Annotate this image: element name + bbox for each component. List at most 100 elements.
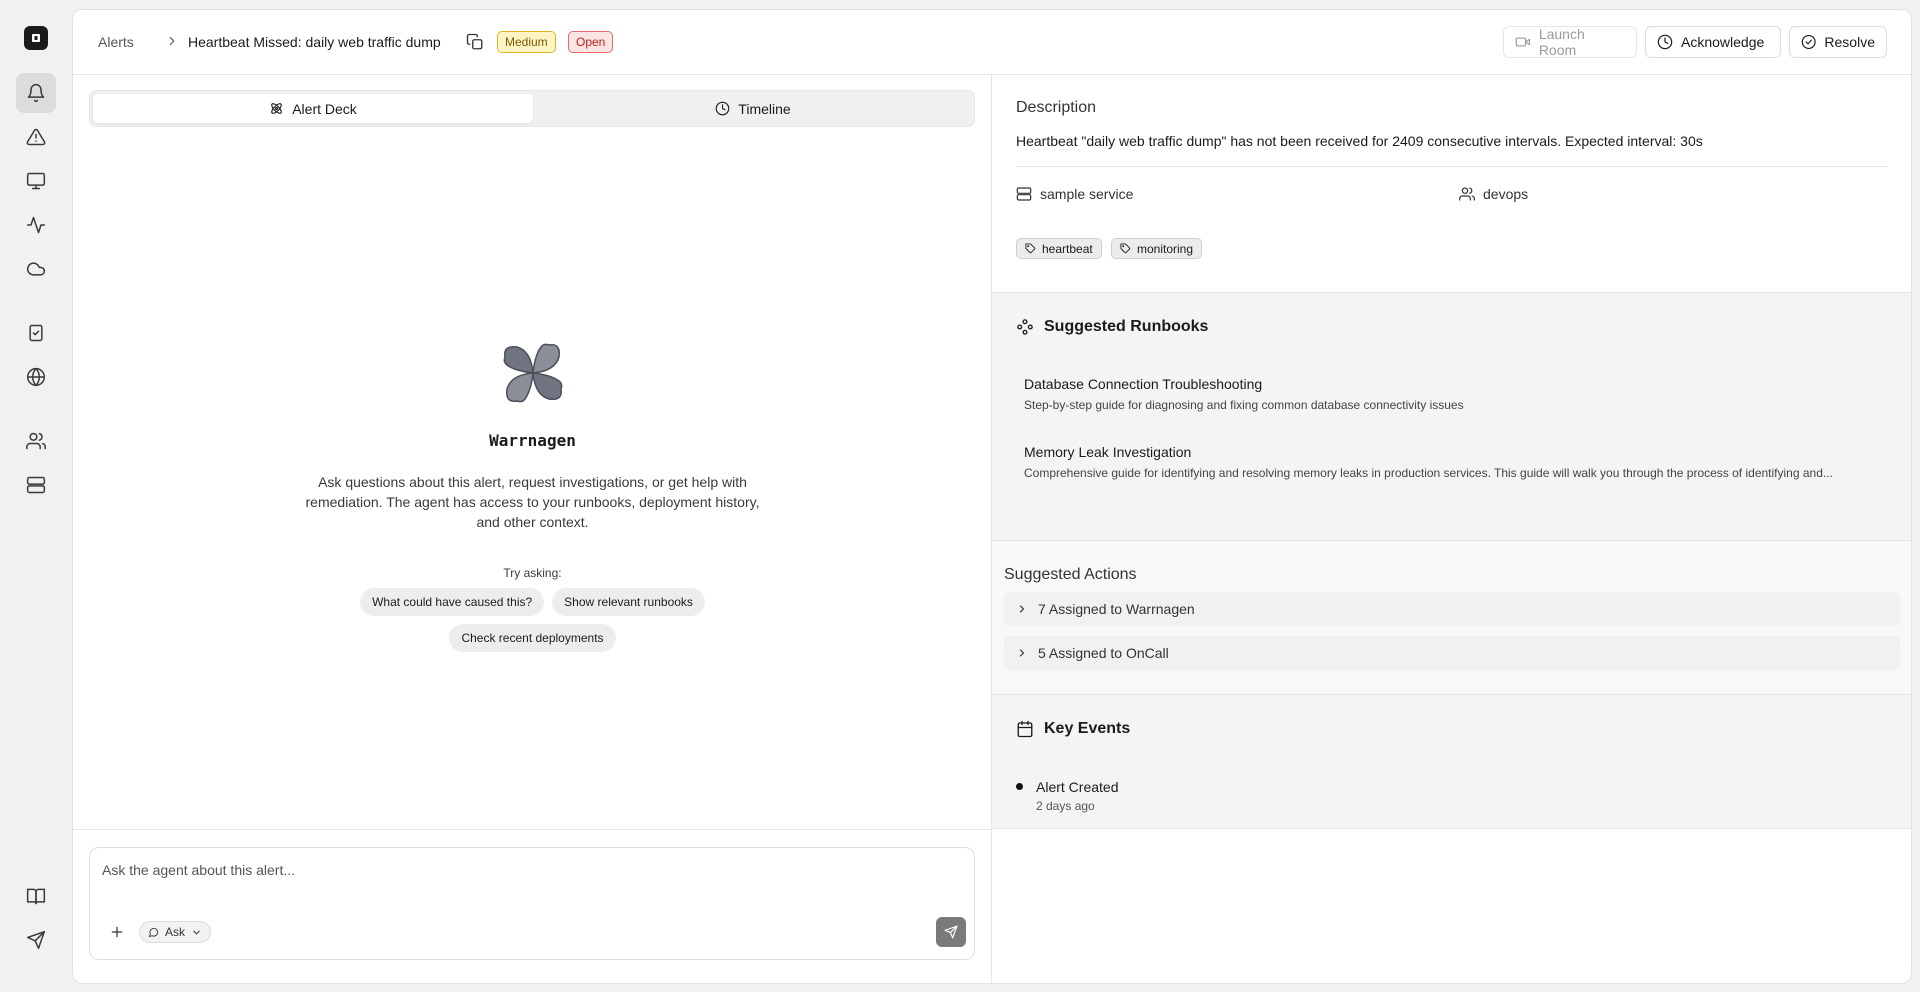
suggestion-chips: What could have caused this? Show releva… (323, 588, 743, 652)
sidebar-item-teams[interactable] (16, 421, 56, 461)
severity-badge: Medium (497, 31, 556, 53)
chat-composer: Ask (73, 829, 992, 983)
action-group-warrnagen[interactable]: 7 Assigned to Warrnagen (1004, 592, 1900, 626)
sidebar-item-docs[interactable] (16, 876, 56, 916)
tab-timeline-label: Timeline (738, 100, 791, 117)
suggestion-chip[interactable]: What could have caused this? (360, 588, 545, 616)
tab-timeline[interactable]: Timeline (533, 94, 973, 123)
tag-icon (1025, 243, 1036, 254)
users-icon (1459, 187, 1475, 201)
send-icon (26, 930, 46, 950)
suggestion-chip[interactable]: Show relevant runbooks (552, 588, 705, 616)
sidebar-item-activity[interactable] (16, 205, 56, 245)
book-icon (26, 888, 46, 905)
clock-icon (715, 101, 730, 116)
mode-label: Ask (165, 925, 186, 939)
chat-input[interactable] (102, 858, 902, 882)
monitor-icon (26, 172, 46, 190)
launch-room-label: Launch Room (1538, 26, 1585, 58)
acknowledge-label: Acknowledge (1681, 34, 1765, 50)
agent-panel: Alert Deck Timeline Warrnagen Ask questi… (73, 75, 992, 983)
suggestion-chip[interactable]: Check recent deployments (449, 624, 616, 652)
sidebar-item-global[interactable] (16, 357, 56, 397)
action-group-label: 7 Assigned to Warrnagen (1038, 601, 1195, 617)
runbook-item[interactable]: Database Connection Troubleshooting Step… (1024, 376, 1884, 412)
key-events-title: Key Events (1044, 720, 1131, 737)
sidebar-item-cloud[interactable] (16, 249, 56, 289)
suggested-runbooks-section: Suggested Runbooks Database Connection T… (992, 293, 1911, 541)
tag-icon (1120, 243, 1131, 254)
message-circle-icon (148, 927, 159, 937)
event-title: Alert Created (1036, 779, 1119, 795)
atom-icon (271, 103, 283, 114)
suggested-actions-title: Suggested Actions (1004, 566, 1137, 583)
page-title: Heartbeat Missed: daily web traffic dump (188, 34, 441, 50)
service-name: sample service (1040, 186, 1134, 202)
users-icon (26, 432, 46, 450)
sidebar-item-incidents[interactable] (16, 117, 56, 157)
team-name: devops (1483, 186, 1529, 202)
action-group-label: 5 Assigned to OnCall (1038, 645, 1169, 661)
chevron-right-icon (1019, 649, 1025, 657)
tag-monitoring[interactable]: monitoring (1111, 238, 1203, 259)
bell-icon (27, 83, 45, 103)
runbook-title: Memory Leak Investigation (1024, 444, 1192, 460)
runbooks-heading: Suggested Runbooks (1016, 318, 1208, 336)
launch-room-button[interactable]: Launch Room (1503, 26, 1637, 58)
agent-name: Warrnagen (489, 431, 576, 450)
try-asking-label: Try asking: (503, 566, 562, 580)
resolve-button[interactable]: Resolve (1789, 26, 1887, 58)
tab-alert-deck[interactable]: Alert Deck (93, 94, 533, 123)
runbook-description: Comprehensive guide for identifying and … (1024, 466, 1833, 480)
divider (1016, 166, 1888, 167)
panel-tabs: Alert Deck Timeline (89, 90, 975, 127)
runbook-title: Database Connection Troubleshooting (1024, 376, 1263, 392)
tag-label: monitoring (1137, 241, 1194, 256)
agent-description: Ask questions about this alert, request … (305, 474, 760, 530)
sidebar-item-monitors[interactable] (16, 161, 56, 201)
clock-icon (1657, 34, 1673, 50)
alert-triangle-icon (26, 128, 46, 146)
runbooks-title: Suggested Runbooks (1044, 318, 1209, 335)
tag-heartbeat[interactable]: heartbeat (1016, 238, 1102, 259)
key-events-section: Key Events Alert Created 2 days ago (992, 695, 1911, 829)
event-time: 2 days ago (1036, 799, 1095, 813)
server-icon (26, 476, 46, 494)
sidebar-item-checklists[interactable] (16, 313, 56, 353)
cloud-icon (26, 262, 46, 276)
service-meta[interactable]: sample service (1016, 186, 1133, 202)
tag-label: heartbeat (1042, 241, 1093, 256)
chat-input-box: Ask (89, 847, 975, 960)
sidebar-item-alerts[interactable] (16, 73, 56, 113)
mode-select[interactable]: Ask (139, 921, 212, 943)
agent-empty-state: Warrnagen Ask questions about this alert… (73, 335, 992, 652)
team-meta[interactable]: devops (1459, 186, 1528, 202)
description-label: Description (1016, 99, 1097, 116)
acknowledge-button[interactable]: Acknowledge (1645, 26, 1781, 58)
main-card: Alerts Heartbeat Missed: daily web traff… (72, 9, 1912, 984)
runbook-item[interactable]: Memory Leak Investigation Comprehensive … (1024, 444, 1884, 480)
alert-details-panel: Description Heartbeat "daily web traffic… (992, 75, 1911, 983)
activity-icon (26, 216, 46, 234)
sidebar-item-services[interactable] (16, 465, 56, 505)
description-section: Description Heartbeat "daily web traffic… (992, 75, 1911, 293)
calendar-icon (1017, 720, 1033, 738)
description-text: Heartbeat "daily web traffic dump" has n… (1016, 133, 1703, 149)
header: Alerts Heartbeat Missed: daily web traff… (73, 10, 1911, 75)
breadcrumb-alerts-link[interactable]: Alerts (98, 34, 134, 50)
video-icon (1515, 37, 1531, 47)
event-dot (1016, 783, 1023, 790)
plus-icon[interactable] (109, 924, 125, 940)
runbook-description: Step-by-step guide for diagnosing and fi… (1024, 398, 1464, 412)
sidebar-item-feedback[interactable] (16, 920, 56, 960)
chevron-down-icon (193, 930, 200, 934)
globe-icon (26, 367, 46, 387)
suggested-actions-section: Suggested Actions 7 Assigned to Warrnage… (992, 541, 1911, 695)
app-logo-icon[interactable] (24, 26, 48, 50)
clipboard-check-icon (29, 324, 43, 342)
sidebar (0, 0, 72, 992)
action-group-oncall[interactable]: 5 Assigned to OnCall (1004, 636, 1900, 670)
copy-icon[interactable] (466, 33, 484, 51)
send-button[interactable] (936, 917, 966, 947)
agent-logo-icon (495, 335, 571, 411)
